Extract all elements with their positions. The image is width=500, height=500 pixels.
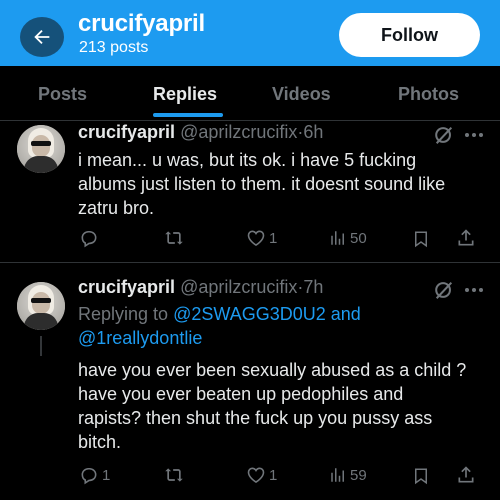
like-count: 1 <box>269 229 278 247</box>
post-divider <box>0 262 500 263</box>
tabs-divider <box>0 120 500 121</box>
like-count: 1 <box>269 466 278 484</box>
mention-link[interactable]: @1reallydontlie <box>78 328 202 348</box>
profile-header: crucifyapril 213 posts Follow <box>0 0 500 66</box>
repost-icon <box>165 468 183 482</box>
replying-to-label: Replying to <box>78 304 169 324</box>
post-author-handle[interactable]: @aprilzcrucifix <box>180 122 297 142</box>
bookmark-icon[interactable] <box>412 466 430 486</box>
grok-icon[interactable] <box>433 124 455 146</box>
thread-line <box>40 336 42 356</box>
reply-count: 1 <box>102 466 111 484</box>
share-icon[interactable] <box>456 228 476 248</box>
tab-posts[interactable]: Posts <box>38 84 87 105</box>
repost-button[interactable] <box>163 465 185 485</box>
like-button[interactable]: 1 <box>246 228 277 248</box>
profile-tabs: Posts Replies Videos Photos <box>0 66 500 120</box>
bookmark-icon[interactable] <box>412 229 430 249</box>
tab-photos[interactable]: Photos <box>398 84 459 105</box>
post-author-name[interactable]: crucifyapril <box>78 277 175 297</box>
repost-button[interactable] <box>163 228 185 248</box>
view-count: 59 <box>350 466 367 484</box>
like-button[interactable]: 1 <box>246 465 277 485</box>
reply-button[interactable] <box>79 228 99 248</box>
back-button[interactable] <box>20 17 64 57</box>
repost-icon <box>165 231 183 245</box>
reply-button[interactable]: 1 <box>79 465 110 485</box>
follow-button[interactable]: Follow <box>339 13 480 57</box>
views-icon <box>331 468 344 482</box>
reply-icon <box>81 230 97 248</box>
views-button[interactable]: 50 <box>329 228 367 248</box>
profile-name: crucifyapril <box>78 10 205 37</box>
reply-icon <box>81 467 97 485</box>
and-text: and <box>330 304 361 324</box>
post-time[interactable]: 7h <box>303 277 323 297</box>
post-text-line: bitch. <box>78 432 122 452</box>
views-icon <box>331 231 344 245</box>
tab-videos[interactable]: Videos <box>272 84 331 105</box>
like-icon <box>247 230 265 247</box>
more-icon[interactable] <box>462 124 486 146</box>
post-text-line: zatru bro. <box>78 198 155 218</box>
post-text-line: rapists? then shut the fuck up you pussy… <box>78 408 433 428</box>
post-text: i mean... u was, but its ok. i have 5 fu… <box>78 148 488 220</box>
avatar[interactable] <box>17 125 65 173</box>
post-text-line: albums just listen to them. it doesnt so… <box>78 174 446 194</box>
post-author-handle[interactable]: @aprilzcrucifix <box>180 277 297 297</box>
post-text-line: have you ever been sexually abused as a … <box>78 360 467 380</box>
avatar[interactable] <box>17 282 65 330</box>
post-count: 213 posts <box>79 39 149 56</box>
post-text: have you ever been sexually abused as a … <box>78 358 488 454</box>
post-header: crucifyapril @aprilzcrucifix·7h <box>78 277 323 298</box>
grok-icon[interactable] <box>433 279 455 301</box>
mention-link[interactable]: @2SWAGG3D0U2 <box>173 304 326 324</box>
post-text-line: have you ever beaten up pedophiles and <box>78 384 404 404</box>
post-author-name[interactable]: crucifyapril <box>78 122 175 142</box>
back-arrow-icon <box>34 29 50 45</box>
post-header: crucifyapril @aprilzcrucifix·6h <box>78 122 323 143</box>
views-button[interactable]: 59 <box>329 465 367 485</box>
post-time[interactable]: 6h <box>303 122 323 142</box>
like-icon <box>247 467 265 484</box>
replying-to: Replying to @2SWAGG3D0U2 and @1reallydon… <box>78 302 488 350</box>
view-count: 50 <box>350 229 367 247</box>
share-icon[interactable] <box>456 465 476 485</box>
tab-replies[interactable]: Replies <box>153 84 217 105</box>
post-text-line: i mean... u was, but its ok. i have 5 fu… <box>78 150 417 170</box>
active-tab-indicator <box>153 113 223 117</box>
more-icon[interactable] <box>462 279 486 301</box>
